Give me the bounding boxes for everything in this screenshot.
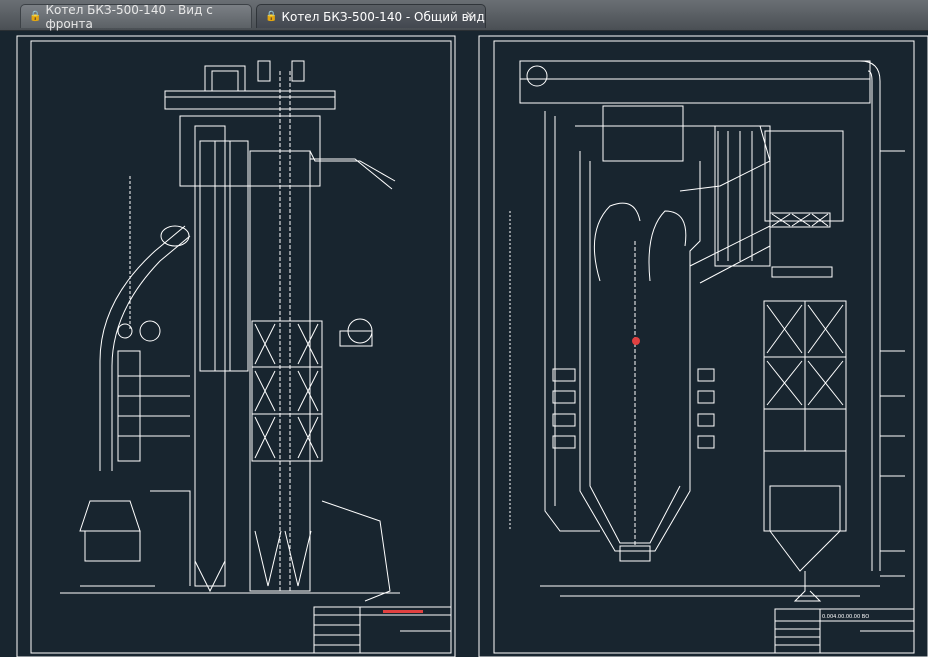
lock-icon: 🔒 xyxy=(29,11,42,22)
tab-front-view[interactable]: 🔒 Котел БКЗ-500-140 - Вид с фронта xyxy=(20,2,252,31)
tab-label: Котел БКЗ-500-140 - Общий вид xyxy=(281,9,485,24)
cad-viewport[interactable]: 0.004.00.00.00 ВО xyxy=(0,31,928,657)
right-stamp-code: 0.004.00.00.00 ВО xyxy=(822,614,869,620)
right-boiler-section xyxy=(509,60,905,602)
close-icon[interactable]: ✕ xyxy=(463,9,477,23)
tab-label: Котел БКЗ-500-140 - Вид с фронта xyxy=(45,2,213,31)
right-title-block: 0.004.00.00.00 ВО xyxy=(774,608,915,654)
left-title-block xyxy=(313,606,452,654)
tab-general-view[interactable]: 🔒 Котел БКЗ-500-140 - Общий вид ✕ xyxy=(256,4,486,28)
drawing-canvas[interactable]: 0.004.00.00.00 ВО xyxy=(0,31,928,657)
left-boiler-front xyxy=(60,60,400,602)
lock-icon: 🔒 xyxy=(265,11,278,22)
left-drawing-sheet xyxy=(16,35,456,657)
tab-bar: 🔒 Котел БКЗ-500-140 - Вид с фронта 🔒 Кот… xyxy=(0,0,928,31)
right-drawing-sheet: 0.004.00.00.00 ВО xyxy=(478,35,928,657)
